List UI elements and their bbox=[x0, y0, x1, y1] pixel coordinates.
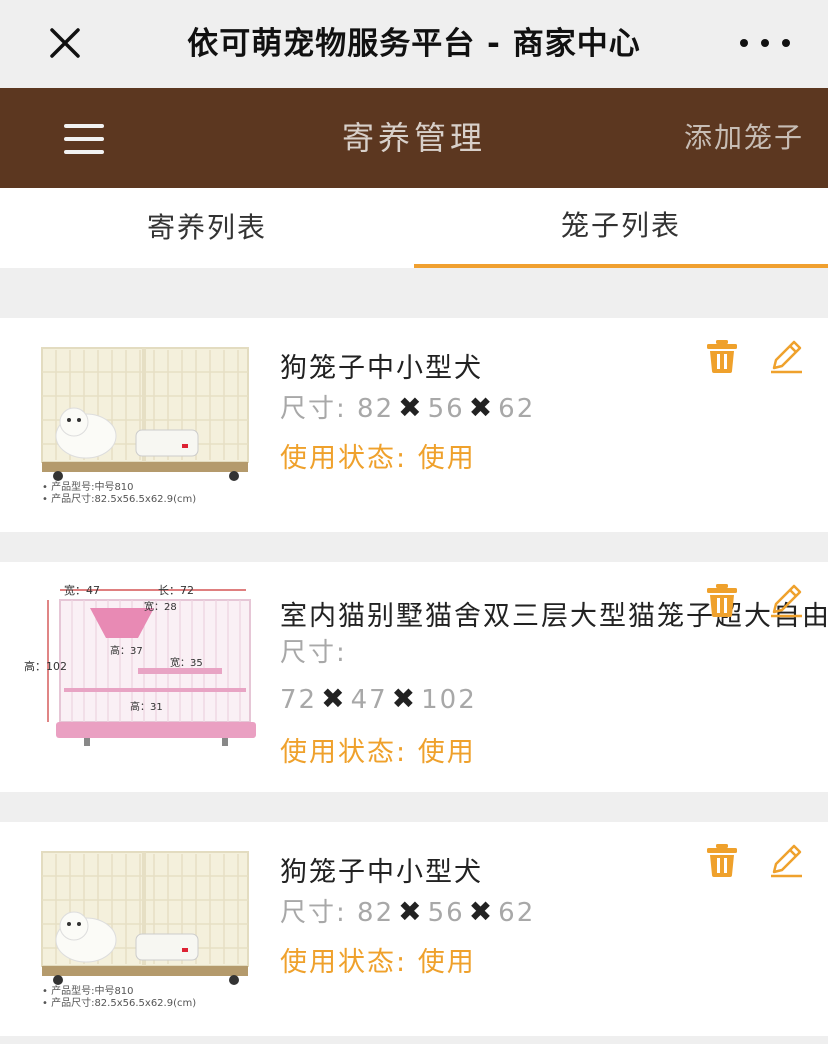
size-length: 72 bbox=[280, 685, 318, 715]
cage-status: 使用状态: 使用 bbox=[280, 730, 476, 769]
svg-text:宽：47: 宽：47 bbox=[64, 583, 100, 597]
dog-cage-image[interactable]: • 产品型号:中号810 • 产品尺寸:82.5x56.5x62.9(cm) bbox=[36, 848, 260, 1014]
cage-size: 尺寸: 82 ✖ 56 ✖ 62 bbox=[280, 892, 535, 929]
size-label: 尺寸: bbox=[280, 638, 347, 668]
page-header: 寄养管理 添加笼子 bbox=[0, 88, 828, 188]
svg-text:• 产品尺寸:82.5x56.5x62.9(cm): • 产品尺寸:82.5x56.5x62.9(cm) bbox=[42, 996, 196, 1009]
tab-boarding-list[interactable]: 寄养列表 bbox=[0, 188, 414, 268]
edit-icon[interactable] bbox=[768, 338, 804, 374]
status-value: 使用 bbox=[417, 947, 476, 978]
size-length: 82 bbox=[357, 898, 395, 928]
window-title: 依可萌宠物服务平台 - 商家中心 bbox=[187, 26, 641, 62]
size-length: 82 bbox=[357, 394, 395, 424]
size-width: 56 bbox=[427, 898, 465, 928]
times-icon: ✖ bbox=[321, 682, 347, 715]
svg-text:• 产品尺寸:82.5x56.5x62.9(cm): • 产品尺寸:82.5x56.5x62.9(cm) bbox=[42, 492, 196, 505]
size-label: 尺寸: bbox=[280, 394, 347, 424]
cage-status: 使用状态: 使用 bbox=[280, 436, 476, 475]
trash-icon[interactable] bbox=[704, 338, 740, 374]
size-width: 47 bbox=[350, 685, 388, 715]
tab-bar: 寄养列表 笼子列表 bbox=[0, 188, 828, 268]
cat-villa-image[interactable]: 宽：47 长：72 宽：28 高：102 高：37 宽：35 高：31 bbox=[20, 580, 260, 752]
status-label: 使用状态: bbox=[280, 443, 408, 474]
times-icon: ✖ bbox=[391, 682, 418, 715]
svg-text:高：31: 高：31 bbox=[130, 700, 163, 713]
trash-icon[interactable] bbox=[704, 582, 740, 618]
page-title: 寄养管理 bbox=[341, 119, 486, 157]
svg-text:高：102: 高：102 bbox=[24, 659, 67, 673]
add-cage-button[interactable]: 添加笼子 bbox=[640, 118, 804, 158]
menu-icon[interactable] bbox=[64, 122, 104, 156]
times-icon: ✖ bbox=[398, 895, 424, 928]
status-value: 使用 bbox=[417, 737, 476, 768]
close-icon[interactable] bbox=[46, 24, 84, 62]
times-icon: ✖ bbox=[398, 391, 424, 424]
svg-text:宽：35: 宽：35 bbox=[170, 656, 203, 669]
status-value: 使用 bbox=[417, 443, 476, 474]
svg-text:• 产品型号:中号810: • 产品型号:中号810 bbox=[42, 984, 134, 997]
cage-status: 使用状态: 使用 bbox=[280, 940, 476, 979]
size-height: 102 bbox=[421, 685, 477, 715]
size-height: 62 bbox=[498, 394, 536, 424]
dog-cage-image[interactable]: • 产品型号:中号810 • 产品尺寸:82.5x56.5x62.9(cm) bbox=[36, 344, 260, 510]
active-tab-indicator bbox=[414, 264, 828, 268]
edit-icon[interactable] bbox=[768, 842, 804, 878]
more-options-icon[interactable] bbox=[740, 30, 790, 56]
size-height: 62 bbox=[498, 898, 536, 928]
svg-text:长：72: 长：72 bbox=[158, 584, 194, 597]
trash-icon[interactable] bbox=[704, 842, 740, 878]
cage-size: 尺寸: bbox=[280, 632, 347, 669]
wechat-title-bar: 依可萌宠物服务平台 - 商家中心 bbox=[0, 0, 828, 88]
cage-card[interactable]: • 产品型号:中号810 • 产品尺寸:82.5x56.5x62.9(cm) 狗… bbox=[0, 318, 828, 532]
svg-text:• 产品型号:中号810: • 产品型号:中号810 bbox=[42, 480, 134, 493]
tab-cage-list[interactable]: 笼子列表 bbox=[414, 188, 828, 268]
cage-name: 室内猫别墅猫舍双三层大型猫笼子超大自由 bbox=[280, 601, 828, 632]
cage-card[interactable]: 宽：47 长：72 宽：28 高：102 高：37 宽：35 高：31 室内猫别… bbox=[0, 562, 828, 792]
svg-text:宽：28: 宽：28 bbox=[144, 600, 177, 613]
times-icon: ✖ bbox=[468, 895, 495, 928]
svg-text:高：37: 高：37 bbox=[110, 644, 143, 657]
cage-card[interactable]: • 产品型号:中号810 • 产品尺寸:82.5x56.5x62.9(cm) 狗… bbox=[0, 822, 828, 1036]
status-label: 使用状态: bbox=[280, 947, 408, 978]
cage-name: 狗笼子中小型犬 bbox=[280, 857, 483, 888]
cage-dimensions: 72 ✖ 47 ✖ 102 bbox=[280, 682, 477, 715]
cage-name: 狗笼子中小型犬 bbox=[280, 353, 483, 384]
edit-icon[interactable] bbox=[768, 582, 804, 618]
status-label: 使用状态: bbox=[280, 737, 408, 768]
cage-size: 尺寸: 82 ✖ 56 ✖ 62 bbox=[280, 388, 535, 425]
size-label: 尺寸: bbox=[280, 898, 347, 928]
times-icon: ✖ bbox=[468, 391, 495, 424]
size-width: 56 bbox=[427, 394, 465, 424]
